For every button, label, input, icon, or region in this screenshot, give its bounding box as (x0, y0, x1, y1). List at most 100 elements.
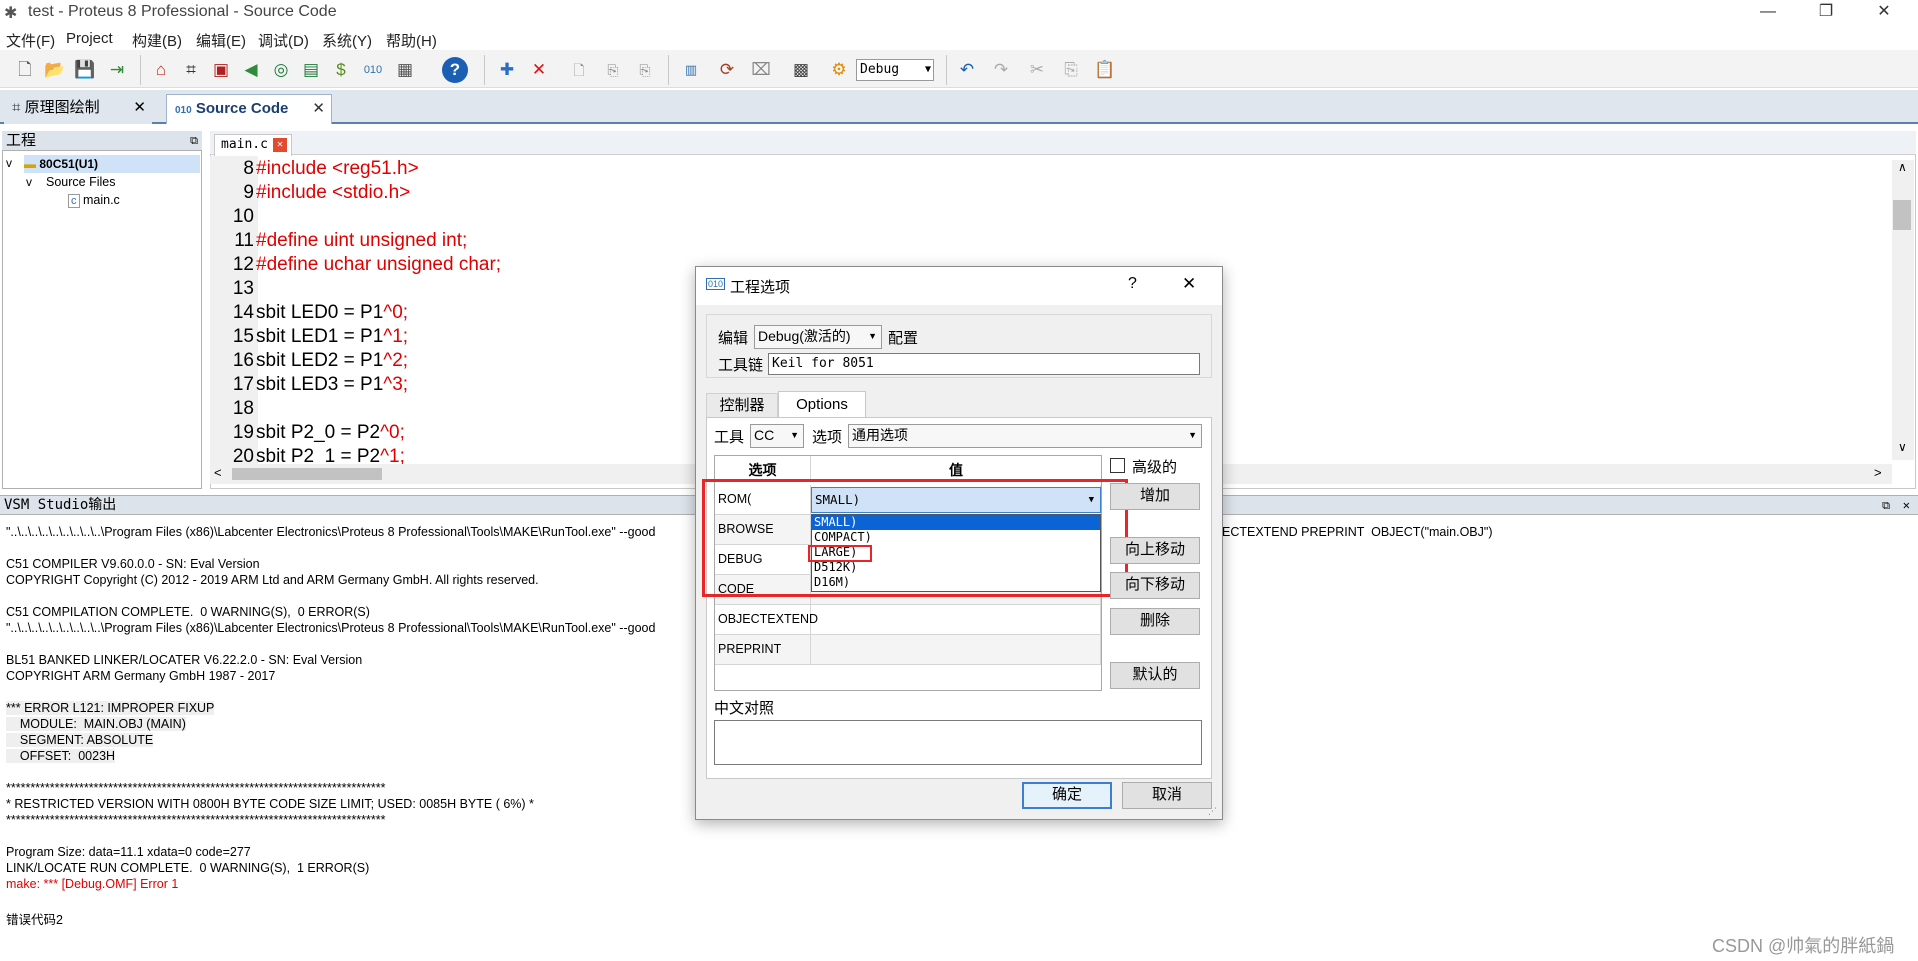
restore-button[interactable]: ❐ (1798, 0, 1854, 26)
grid-row-value[interactable] (811, 635, 1101, 665)
rename-source-icon[interactable]: ⎘ (632, 57, 658, 83)
import-icon[interactable]: ⇥ (104, 57, 130, 83)
home-icon[interactable]: ⌂ (148, 57, 174, 83)
output-line: LINK/LOCATE RUN COMPLETE. 0 WARNING(S), … (6, 861, 370, 875)
grid-row-value[interactable] (811, 605, 1101, 635)
line-number: 14 (210, 302, 256, 324)
tab-controller[interactable]: 控制器 (706, 393, 778, 417)
scroll-thumb[interactable] (232, 468, 382, 480)
open-folder-icon[interactable]: 📂 (42, 57, 68, 83)
minimize-button[interactable]: — (1740, 0, 1796, 26)
bom-icon[interactable]: $ (328, 57, 354, 83)
add-button[interactable]: 增加 (1110, 483, 1200, 510)
edit-config-combo[interactable]: Debug(激活的) ▼ (754, 325, 882, 349)
new-source-icon[interactable]: 🗋 (566, 57, 592, 83)
vertical-scrollbar[interactable]: ∧ ∨ (1892, 160, 1914, 460)
scroll-down-icon[interactable]: ∨ (1898, 440, 1907, 454)
dock-pin-icon[interactable]: ⧉ (190, 131, 198, 151)
tab-schematic[interactable]: ⌗ 原理图绘制 ✕ (4, 94, 152, 124)
save-icon[interactable]: 💾 (72, 57, 98, 83)
clean-icon[interactable]: ⌧ (748, 57, 774, 83)
editor-file-tab[interactable]: main.c ✕ (214, 134, 292, 156)
resize-grip-icon[interactable]: ⋰ (1208, 806, 1217, 817)
tab-options[interactable]: Options (778, 391, 866, 418)
build-project-icon[interactable]: ▥ (678, 57, 704, 83)
add-source-icon[interactable]: ⎘ (600, 57, 626, 83)
default-button[interactable]: 默认的 (1110, 662, 1200, 689)
chinese-reference-textarea[interactable] (714, 720, 1202, 765)
simulate-icon[interactable]: ◀ (238, 57, 264, 83)
scroll-right-icon[interactable]: > (1874, 465, 1882, 480)
cancel-button[interactable]: 取消 (1122, 782, 1212, 809)
move-down-button[interactable]: 向下移动 (1110, 572, 1200, 599)
tree-expander-icon[interactable]: v (6, 156, 12, 170)
dock-pin-icon[interactable]: ⧉ (1882, 496, 1890, 515)
cut-icon[interactable]: ✂ (1024, 57, 1050, 83)
close-tab-icon[interactable]: ✕ (133, 94, 146, 122)
tree-node-source-files[interactable]: Source Files (46, 175, 115, 189)
code-line: 13 (210, 278, 256, 302)
code-bit-index: ^0; (383, 302, 409, 323)
help-icon[interactable]: ? (442, 57, 468, 83)
dialog-title-bar: 010 工程选项 ? ✕ (696, 267, 1222, 305)
close-window-button[interactable]: ✕ (1856, 0, 1912, 26)
rebuild-icon[interactable]: ⟳ (714, 57, 740, 83)
scroll-left-icon[interactable]: < (214, 465, 222, 480)
tree-expander-icon[interactable]: v (26, 175, 32, 189)
3d-viewer-icon[interactable]: ◎ (268, 57, 294, 83)
menu-help[interactable]: 帮助(H) (386, 30, 437, 51)
source-code-icon[interactable]: 010 (360, 57, 386, 83)
help-button[interactable]: ? (1128, 275, 1137, 293)
code-line: 15 sbit LED1 = P1^1; (210, 326, 408, 350)
menu-system[interactable]: 系统(Y) (322, 30, 372, 51)
output-line: C51 COMPILER V9.60.0.0 - SN: Eval Versio… (6, 557, 260, 571)
tool-combo[interactable]: CC ▼ (750, 424, 804, 448)
gerber-icon[interactable]: ▤ (298, 57, 324, 83)
chevron-down-icon: ▼ (790, 430, 799, 440)
close-icon[interactable]: ✕ (273, 138, 287, 152)
menu-edit[interactable]: 编辑(E) (196, 30, 246, 51)
advanced-checkbox[interactable] (1110, 458, 1125, 473)
output-line: ****************************************… (6, 781, 386, 795)
redo-icon[interactable]: ↷ (988, 57, 1014, 83)
line-number: 16 (210, 350, 256, 372)
advanced-label: 高级的 (1132, 459, 1178, 476)
ok-button[interactable]: 确定 (1022, 782, 1112, 809)
tree-node-main-c[interactable]: c main.c (68, 193, 120, 208)
toolchain-field[interactable]: Keil for 8051 (768, 353, 1200, 375)
grid-row-option[interactable]: PREPRINT (715, 635, 811, 665)
tab-source-code[interactable]: 010 Source Code ✕ (166, 94, 332, 124)
chip-icon[interactable]: ▩ (788, 57, 814, 83)
annotation-box-large (808, 545, 872, 562)
config-link[interactable]: 配置 (888, 327, 918, 348)
toolchain-label: 工具链 (718, 357, 764, 374)
paste-icon[interactable]: 📋 (1092, 57, 1118, 83)
settings-gear-icon[interactable]: ⚙ (826, 57, 852, 83)
move-up-button[interactable]: 向上移动 (1110, 537, 1200, 564)
delete-button[interactable]: 删除 (1110, 608, 1200, 635)
close-tab-icon[interactable]: ✕ (312, 95, 325, 123)
option-combo[interactable]: 通用选项 ▼ (848, 424, 1202, 448)
new-file-icon[interactable]: 🗋 (12, 57, 38, 83)
grid-row-option[interactable]: OBJECTEXTEND (715, 605, 818, 635)
menu-file[interactable]: 文件(F) (6, 30, 55, 51)
tool-label: 工具 (714, 429, 745, 446)
build-config-combo[interactable]: Debug ▼ (856, 59, 934, 81)
menu-debug[interactable]: 调试(D) (258, 30, 309, 51)
menu-build[interactable]: 构建(B) (132, 30, 182, 51)
output-line-fragment: ECTEXTEND PREPRINT OBJECT("main.OBJ") (1222, 525, 1493, 539)
add-project-icon[interactable]: ✚ (494, 57, 520, 83)
notes-icon[interactable]: ▦ (392, 57, 418, 83)
copy-icon[interactable]: ⎘ (1058, 57, 1084, 83)
delete-icon[interactable]: ✕ (526, 57, 552, 83)
tree-node-mcu[interactable]: ▬ 80C51(U1) (24, 155, 200, 173)
dialog-title: 工程选项 (730, 279, 791, 296)
pcb-icon[interactable]: ▣ (208, 57, 234, 83)
menu-project[interactable]: Project (66, 30, 113, 47)
undo-icon[interactable]: ↶ (954, 57, 980, 83)
scroll-up-icon[interactable]: ∧ (1898, 160, 1907, 174)
schematic-icon[interactable]: ⌗ (178, 57, 204, 83)
dialog-close-button[interactable]: ✕ (1182, 274, 1196, 294)
scroll-thumb[interactable] (1893, 200, 1911, 230)
close-icon[interactable]: ✕ (1903, 496, 1910, 515)
